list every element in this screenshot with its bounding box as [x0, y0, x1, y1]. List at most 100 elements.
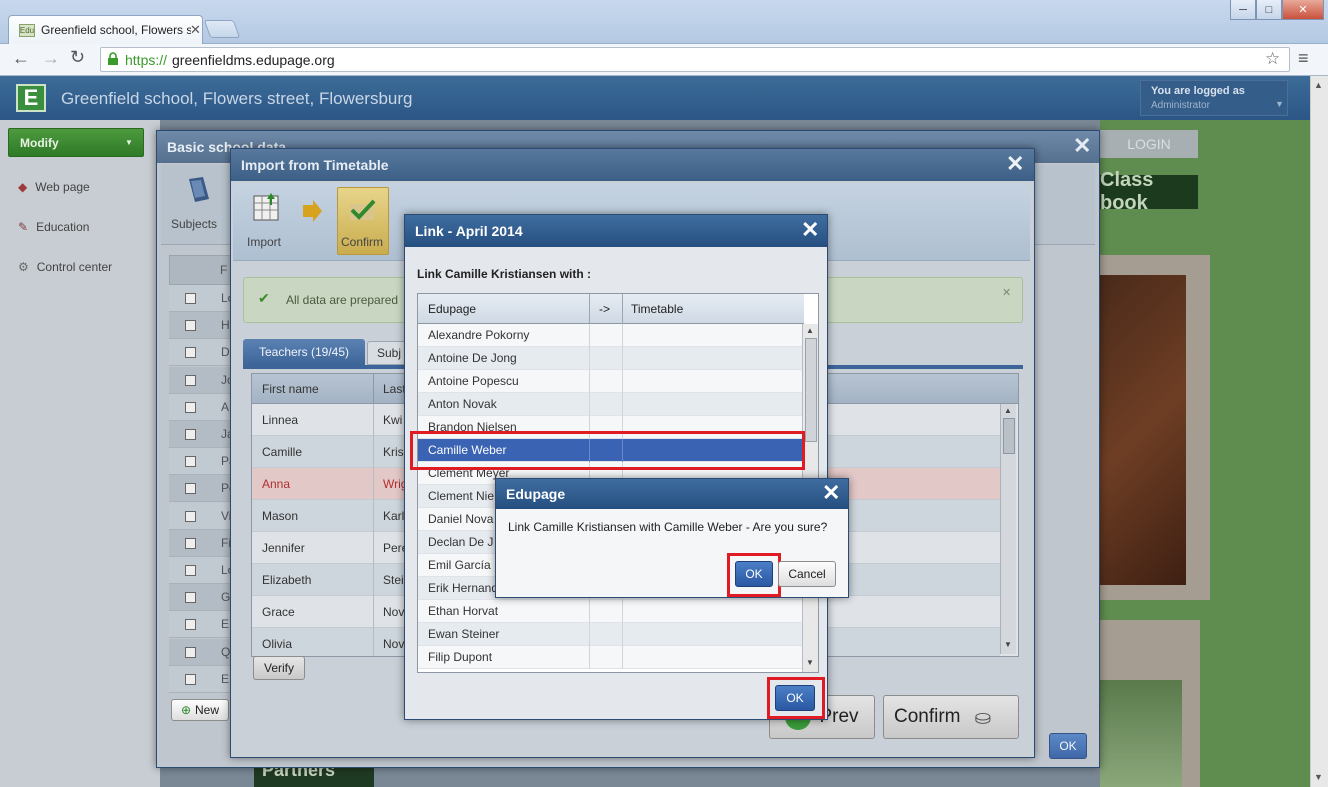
table-row[interactable]: Lo	[169, 285, 234, 312]
confirm-button[interactable]: Confirm ⛀	[883, 695, 1019, 739]
row-checkbox[interactable]	[185, 374, 196, 386]
close-icon[interactable]: ✕	[1006, 153, 1024, 175]
close-icon[interactable]: ✕	[801, 219, 819, 241]
row-checkbox[interactable]	[185, 401, 196, 413]
minimize-button[interactable]: ─	[1230, 0, 1256, 20]
new-tab-button[interactable]	[203, 20, 241, 38]
bookmark-star-icon[interactable]: ☆	[1265, 49, 1280, 69]
tab-subjects[interactable]: Subj	[367, 341, 407, 365]
scroll-thumb[interactable]	[805, 338, 817, 442]
list-item[interactable]: Ewan Steiner	[418, 623, 802, 646]
modify-button[interactable]: Modify ▼	[8, 128, 144, 157]
table-row[interactable]: Ja	[169, 421, 234, 448]
table-row[interactable]: D	[169, 339, 231, 367]
row-checkbox[interactable]	[185, 565, 196, 576]
row-checkbox[interactable]	[185, 592, 196, 604]
column-header-arrow: ->	[599, 302, 611, 316]
list-item[interactable]: Filip Dupont	[418, 646, 802, 669]
cell-firstname: Olivia	[262, 637, 293, 651]
sidebar-item-web-page[interactable]: ◆ Web page	[18, 176, 90, 198]
scroll-up-icon[interactable]: ▲	[1004, 406, 1012, 415]
row-checkbox[interactable]	[185, 537, 196, 549]
page-scrollbar[interactable]: ▲ ▼	[1310, 76, 1328, 787]
check-icon: ✔	[258, 290, 270, 306]
browser-tab[interactable]: Edu Greenfield school, Flowers st ✕	[8, 15, 203, 44]
cell-edupage: Ewan Steiner	[428, 627, 500, 641]
menu-icon[interactable]: ≡	[1298, 48, 1309, 69]
table-row[interactable]: E	[169, 665, 231, 693]
list-item[interactable]: Anton Novak	[418, 393, 802, 416]
list-item[interactable]: Antoine Popescu	[418, 370, 802, 393]
cell-edupage: Erik Hernand	[428, 581, 499, 595]
cell-firstname: Mason	[262, 509, 299, 523]
address-bar[interactable]: https:// greenfieldms.edupage.org ☆	[100, 47, 1290, 72]
close-icon[interactable]: ✕	[822, 482, 840, 504]
sidebar-item-education[interactable]: ✎ Education	[18, 216, 89, 238]
classbook-link[interactable]: Class book	[1100, 169, 1198, 214]
confirm-tool[interactable]: Confirm	[337, 187, 389, 255]
import-tool[interactable]: Import	[239, 187, 295, 255]
table-row[interactable]: Jo	[169, 366, 234, 394]
scroll-up-icon[interactable]: ▲	[806, 326, 814, 335]
modify-label: Modify	[20, 135, 59, 150]
table-row[interactable]: Ha	[169, 312, 236, 340]
table-row[interactable]: Vi	[169, 502, 231, 530]
tab-teachers[interactable]: Teachers (19/45)	[243, 339, 365, 365]
scroll-thumb[interactable]	[1003, 418, 1015, 454]
list-item[interactable]: Ethan Horvat	[418, 600, 802, 623]
maximize-button[interactable]: □	[1256, 0, 1282, 20]
row-checkbox[interactable]	[185, 510, 196, 522]
user-menu[interactable]: You are logged as Administrator ▼	[1140, 80, 1288, 116]
reload-icon[interactable]: ↻	[70, 47, 85, 68]
column-header: F	[220, 263, 228, 277]
back-icon[interactable]: ←	[12, 48, 30, 69]
confirm-ok-button[interactable]: OK	[735, 561, 773, 587]
subjects-tool[interactable]: Subjects	[167, 171, 231, 241]
cell-edupage: Clement Nie	[428, 489, 495, 503]
cell-edupage: Daniel Nova	[428, 512, 494, 526]
teachers-scrollbar[interactable]: ▲ ▼	[1000, 404, 1016, 654]
control-center-icon: ⚙	[18, 260, 29, 274]
close-icon[interactable]: ✕	[1002, 286, 1011, 299]
forward-icon[interactable]: →	[42, 48, 60, 69]
login-button[interactable]: LOGIN	[1100, 130, 1198, 158]
table-row[interactable]: E	[169, 611, 231, 639]
row-checkbox[interactable]	[185, 293, 196, 304]
table-import-icon	[253, 193, 279, 221]
edupage-logo-icon[interactable]: E	[16, 84, 46, 112]
list-item[interactable]: Alexandre Pokorny	[418, 324, 802, 347]
students-photo	[1100, 680, 1182, 787]
sidebar-item-label: Education	[36, 220, 90, 234]
row-checkbox[interactable]	[185, 347, 196, 359]
table-row[interactable]: Lo	[169, 557, 234, 584]
scroll-down-icon[interactable]: ▼	[1004, 640, 1012, 649]
row-checkbox[interactable]	[185, 320, 196, 332]
table-row[interactable]: A	[169, 393, 231, 421]
table-row[interactable]: Pe	[169, 475, 236, 503]
new-button[interactable]: ⊕ New	[171, 699, 229, 721]
cell-edupage: Antoine Popescu	[428, 374, 519, 388]
row-checkbox[interactable]	[185, 646, 196, 658]
table-row[interactable]: Pa	[169, 448, 236, 476]
verify-button[interactable]: Verify	[253, 656, 305, 680]
cell-firstname: Anna	[262, 477, 291, 491]
row-checkbox[interactable]	[185, 483, 196, 495]
app-header: E Greenfield school, Flowers street, Flo…	[0, 76, 1310, 120]
link-ok-button[interactable]: OK	[775, 685, 815, 711]
table-row[interactable]: Fi	[169, 529, 231, 557]
row-checkbox[interactable]	[185, 456, 196, 468]
favicon-icon: Edu	[19, 24, 35, 37]
row-checkbox[interactable]	[185, 619, 196, 631]
row-checkbox[interactable]	[185, 673, 196, 685]
table-row[interactable]: G	[169, 584, 231, 612]
window-close-button[interactable]: ✕	[1282, 0, 1324, 20]
list-item[interactable]: Antoine De Jong	[418, 347, 802, 370]
ok-button[interactable]: OK	[1049, 733, 1087, 759]
row-checkbox[interactable]	[185, 429, 196, 440]
tab-close-icon[interactable]: ✕	[190, 22, 201, 38]
sidebar-item-control-center[interactable]: ⚙ Control center	[18, 256, 112, 278]
close-icon[interactable]: ✕	[1073, 135, 1091, 157]
scroll-down-icon[interactable]: ▼	[806, 658, 814, 667]
table-row[interactable]: Q	[169, 638, 231, 666]
cancel-button[interactable]: Cancel	[778, 561, 836, 587]
